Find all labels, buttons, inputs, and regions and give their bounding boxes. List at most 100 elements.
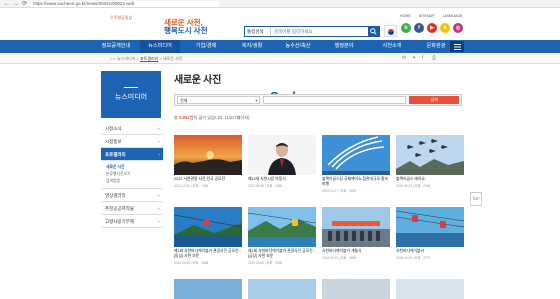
search-input[interactable] <box>271 27 368 36</box>
photo-card[interactable] <box>322 279 390 299</box>
gnb-item[interactable]: 행정분야 <box>324 40 364 53</box>
photo-card[interactable] <box>174 279 242 299</box>
forward-icon[interactable]: → <box>13 0 19 8</box>
search-scope-select[interactable]: 통합검색 <box>245 27 271 36</box>
sidebar-item-city-news[interactable]: 시정소식 + <box>101 122 163 135</box>
photo-meta: 2022.06.28 | 조회 : 1080 <box>248 184 283 188</box>
facebook-icon[interactable]: f <box>414 23 424 33</box>
photo-card[interactable]: 사천바다케이블카 2018.04.20 | 조회 : 3797 <box>396 207 464 260</box>
sidebar-item-city-pr[interactable]: 시정홍보 + <box>101 135 163 148</box>
submenu-by-category[interactable]: 분류별사진보기 <box>106 171 163 178</box>
main-content: 새로운 사진 전체 ▾ 검색 총 5,852건의 글이 있습니다. (1/117페… <box>174 71 464 299</box>
breadcrumb-current: 새로운 사진 <box>162 56 183 61</box>
photo-thumbnail[interactable] <box>174 135 242 175</box>
youtube-icon[interactable]: ▶ <box>427 23 437 33</box>
print-icon[interactable]: ⎙ <box>432 56 437 61</box>
gnb-item[interactable]: 기업/경제 <box>186 40 226 53</box>
breadcrumb-item[interactable]: 뉴스미디어 <box>117 56 135 61</box>
photo-thumbnail[interactable] <box>248 207 316 247</box>
submenu-new-photos[interactable]: 새로운 사진 <box>106 164 163 171</box>
photo-title[interactable]: 블랙이글스팀 국제에어쇼 참관대규모 홍보비행 <box>322 177 390 187</box>
photo-thumbnail[interactable] <box>174 207 242 247</box>
photo-card[interactable]: 2022 사천관광 사진 전국 공모전 2022.10.06 | 조회 : 12… <box>174 135 242 188</box>
photo-meta: 2019.03.05 | 조회 : 3468 <box>174 261 209 265</box>
photo-thumbnail[interactable] <box>248 135 316 175</box>
photo-card[interactable]: 제12대 사천시장 박동식 2022.06.28 | 조회 : 1080 <box>248 135 316 188</box>
photo-thumbnail[interactable] <box>248 279 316 299</box>
search-filter: 전체 ▾ 검색 <box>174 94 462 106</box>
photo-thumbnail[interactable] <box>174 279 242 299</box>
main-navigation: 정보공개안내 뉴스미디어 기업/경제 복지/생활 농수산/축산 행정분야 사천소개 문화관광 <box>0 40 560 53</box>
photo-card[interactable]: 블랙이글스팀 국제에어쇼 참관대규모 홍보비행 2020.10.27 | 조회 … <box>322 135 390 193</box>
photo-meta: 2019.03.05 | 조회 : 3298 <box>248 261 283 265</box>
photo-card[interactable]: 사천바다케이블카 개통식 2018.04.20 | 조회 : 3096 <box>322 207 390 260</box>
sidebar-title: 뉴스미디어 <box>114 94 148 101</box>
photo-card[interactable] <box>396 279 464 299</box>
search-icon <box>370 28 377 35</box>
slogan-line-2: 행복도시 사천 <box>164 26 208 35</box>
photo-title[interactable]: 사천바다케이블카 개통식 <box>322 249 390 254</box>
breadcrumb-item[interactable]: 포토갤러리 <box>140 56 158 61</box>
gnb-item[interactable]: 농수산/축산 <box>278 40 318 53</box>
gnb-item[interactable]: 뉴스미디어 <box>140 40 180 53</box>
photo-title[interactable]: 사천바다케이블카 <box>396 249 464 254</box>
top-links: HOME SITEMAP LANGUAGE <box>400 14 463 18</box>
photo-card[interactable] <box>248 279 316 299</box>
home-icon[interactable]: ⌂ <box>110 56 112 61</box>
scroll-top-button[interactable]: TOP <box>470 192 482 206</box>
photo-meta: 2018.04.20 | 조회 : 3096 <box>322 256 357 260</box>
photo-thumbnail[interactable] <box>322 279 390 299</box>
home-link[interactable]: HOME <box>400 14 411 18</box>
sidebar: 뉴스미디어 시정소식 + 시정홍보 + 포토갤러리 - 새로운 사진 분류별사진보기 … <box>101 71 163 228</box>
browser-toolbar: ← → ⟳ https://www.sacheon.go.kr/news/000… <box>0 0 560 8</box>
reload-icon[interactable]: ⟳ <box>22 0 27 8</box>
sidebar-submenu: 새로운 사진 분류별사진보기 검색방법 <box>101 161 163 189</box>
photo-meta: 2022.10.06 | 조회 : 1283 <box>174 184 209 188</box>
share-icon[interactable]: ✉ <box>402 56 407 61</box>
sidebar-item-public-works[interactable]: 추천공공저작물 + <box>101 202 163 215</box>
photo-thumbnail[interactable] <box>396 279 464 299</box>
photo-title[interactable]: 2022 사천관광 사진 전국 공모전 <box>174 177 242 182</box>
facebook-icon[interactable]: f <box>422 56 427 61</box>
keyword-input[interactable] <box>263 96 407 104</box>
sidebar-item-photo-gallery[interactable]: 포토갤러리 - <box>101 148 163 161</box>
submenu-search-method[interactable]: 검색방법 <box>106 178 163 185</box>
photo-thumbnail[interactable] <box>322 135 390 175</box>
blog-icon[interactable]: b <box>401 23 411 33</box>
photo-meta: 2019.08.22 | 조회 : 2046 <box>396 184 431 188</box>
sitemap-link[interactable]: SITEMAP <box>419 14 435 18</box>
kakao-icon[interactable]: k <box>440 23 450 33</box>
search-button[interactable] <box>368 26 379 37</box>
photo-card[interactable]: 블랙이글스 에어쇼 2019.08.22 | 조회 : 2046 <box>396 135 464 188</box>
photo-thumbnail[interactable] <box>396 135 464 175</box>
search-submit-button[interactable]: 검색 <box>409 96 459 104</box>
gnb-item[interactable]: 문화관광 <box>416 40 456 53</box>
page-title: 새로운 사진 <box>174 75 221 86</box>
instagram-icon[interactable]: ◎ <box>453 23 463 33</box>
back-icon[interactable]: ← <box>4 0 10 8</box>
chevron-down-icon: ▾ <box>255 98 258 103</box>
twitter-icon[interactable]: ✦ <box>412 56 417 61</box>
photo-card[interactable]: 제1회 사천바다케이블카 관광사진 공모전 -[동상] 사천 보문 2019.0… <box>174 207 242 265</box>
language-link[interactable]: LANGUAGE <box>443 14 463 18</box>
photo-title[interactable]: 제1회 사천바다케이블카 관광사진 공모전 -[동상] 사천 보문 <box>174 249 242 259</box>
photo-title[interactable]: 블랙이글스 에어쇼 <box>396 177 464 182</box>
gnb-item[interactable]: 사천소개 <box>372 40 412 53</box>
page-utilities: ✉ ✦ f ⎙ <box>402 56 437 61</box>
photo-title[interactable]: 제1회 사천바다케이블카 관광사진 공모전 -[금상] 사천 보문 <box>248 249 316 259</box>
category-select[interactable]: 전체 ▾ <box>177 96 261 104</box>
address-bar[interactable]: https://www.sacheon.go.kr/news/00021/000… <box>30 0 221 7</box>
search-bar: 통합검색 <box>244 26 380 37</box>
photo-thumbnail[interactable] <box>322 207 390 247</box>
gnb-item[interactable]: 정보공개안내 <box>96 40 136 53</box>
logo-subtitle: 우주항공중심 <box>110 15 133 20</box>
gnb-item[interactable]: 복지/생활 <box>232 40 272 53</box>
sidebar-item-video-gallery[interactable]: 영상갤러리 + <box>101 189 163 202</box>
breadcrumb: ⌂ > 뉴스미디어 > 포토갤러리 > 새로운 사진 <box>110 56 183 61</box>
photo-title[interactable]: 제12대 사천시장 박동식 <box>248 177 316 182</box>
photo-thumbnail[interactable] <box>396 207 464 247</box>
photo-card[interactable]: 제1회 사천바다케이블카 관광사진 공모전 -[금상] 사천 보문 2019.0… <box>248 207 316 265</box>
breadcrumb-bar: ⌂ > 뉴스미디어 > 포토갤러리 > 새로운 사진 ✉ ✦ f ⎙ <box>0 53 560 64</box>
sidebar-title-box: 뉴스미디어 <box>101 71 161 118</box>
sidebar-item-hometown-donation[interactable]: 고향사랑기부제 + <box>101 215 163 228</box>
